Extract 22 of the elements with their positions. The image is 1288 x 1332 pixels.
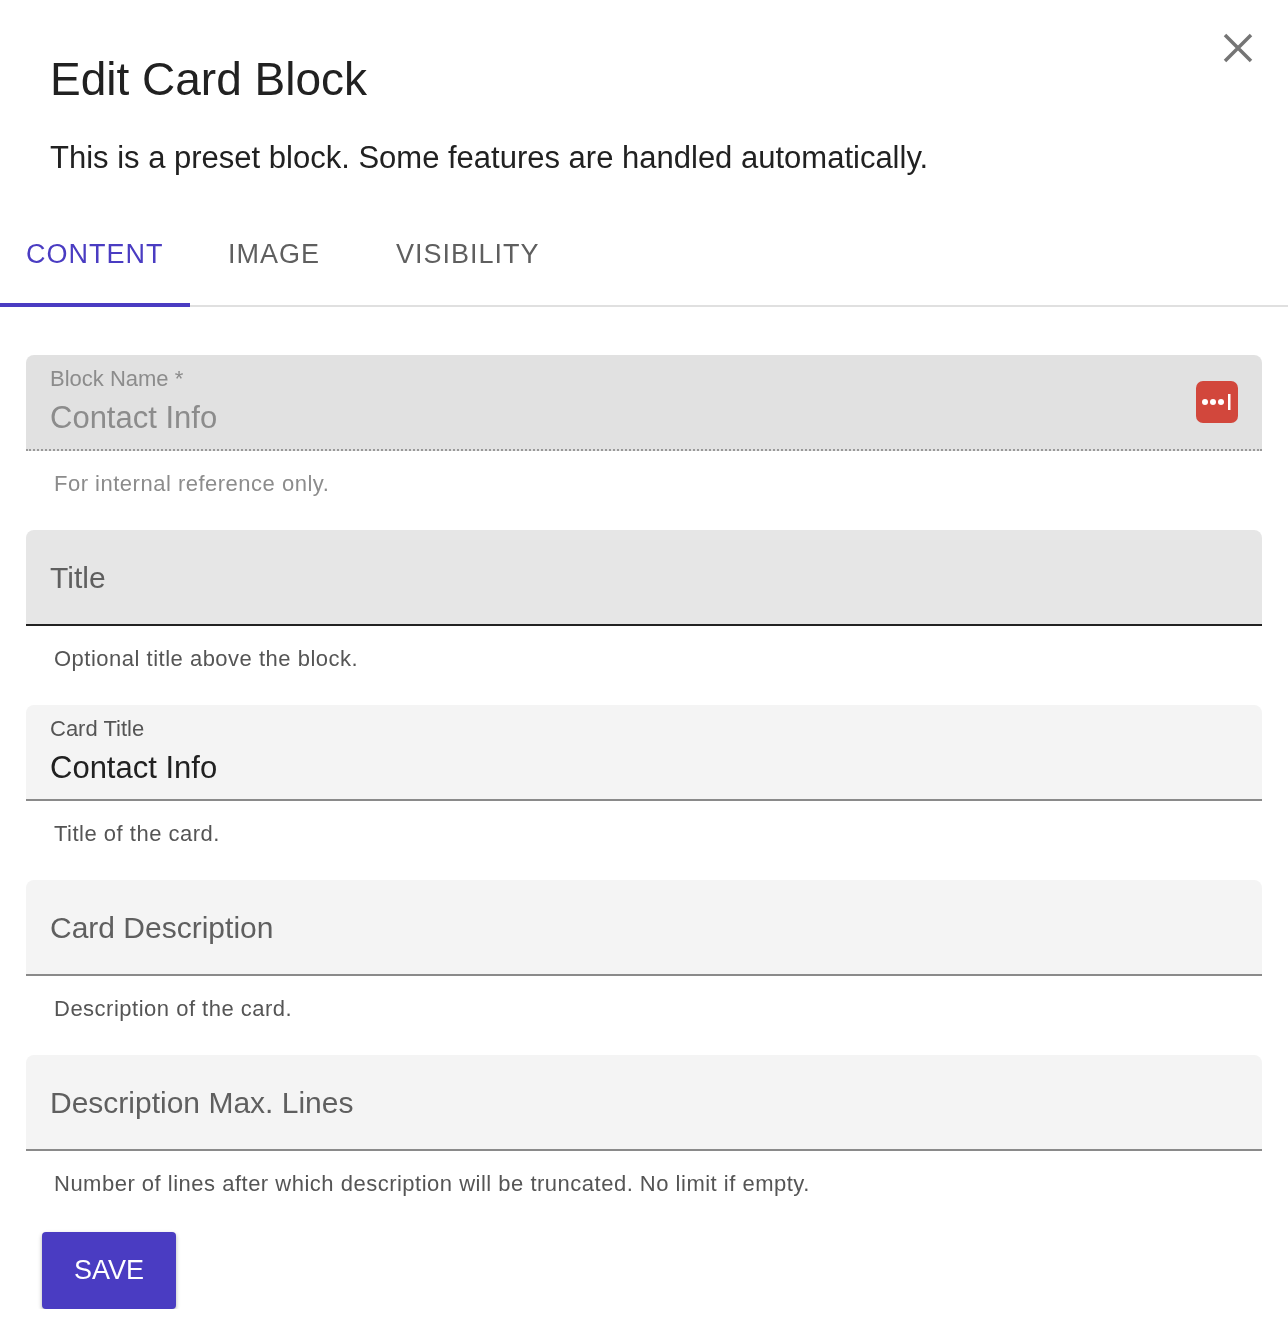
- field-value: Contact Info: [50, 749, 219, 788]
- helper-text: Number of lines after which description will be truncated. No limit if empty.: [54, 1170, 811, 1199]
- helper-text: Title of the card.: [54, 820, 221, 849]
- field-value: Contact Info: [50, 399, 219, 438]
- text-field[interactable]: Card Title Contact Info: [26, 705, 1262, 802]
- dialog-subtitle: This is a preset block. Some features are handled automatically.: [50, 139, 930, 178]
- dialog-title: Edit Card Block: [50, 52, 367, 107]
- helper-text: Description of the card.: [54, 995, 294, 1024]
- save-button[interactable]: SAVE: [42, 1232, 177, 1309]
- helper-text: For internal reference only.: [54, 470, 331, 499]
- text-field[interactable]: Title: [26, 530, 1262, 627]
- field-label: Title: [50, 559, 107, 596]
- tab[interactable]: IMAGE: [190, 215, 358, 308]
- text-field[interactable]: Description Max. Lines: [26, 1055, 1262, 1152]
- helper-text: Optional title above the block.: [54, 645, 360, 674]
- tab[interactable]: VISIBILITY: [358, 215, 578, 308]
- field-label: Card Description: [50, 909, 275, 946]
- text-field[interactable]: Card Description: [26, 880, 1262, 977]
- field-label: Block Name *: [50, 365, 185, 394]
- tab[interactable]: CONTENT: [0, 215, 190, 308]
- field-label: Description Max. Lines: [50, 1084, 355, 1121]
- field-label: Card Title: [50, 715, 146, 744]
